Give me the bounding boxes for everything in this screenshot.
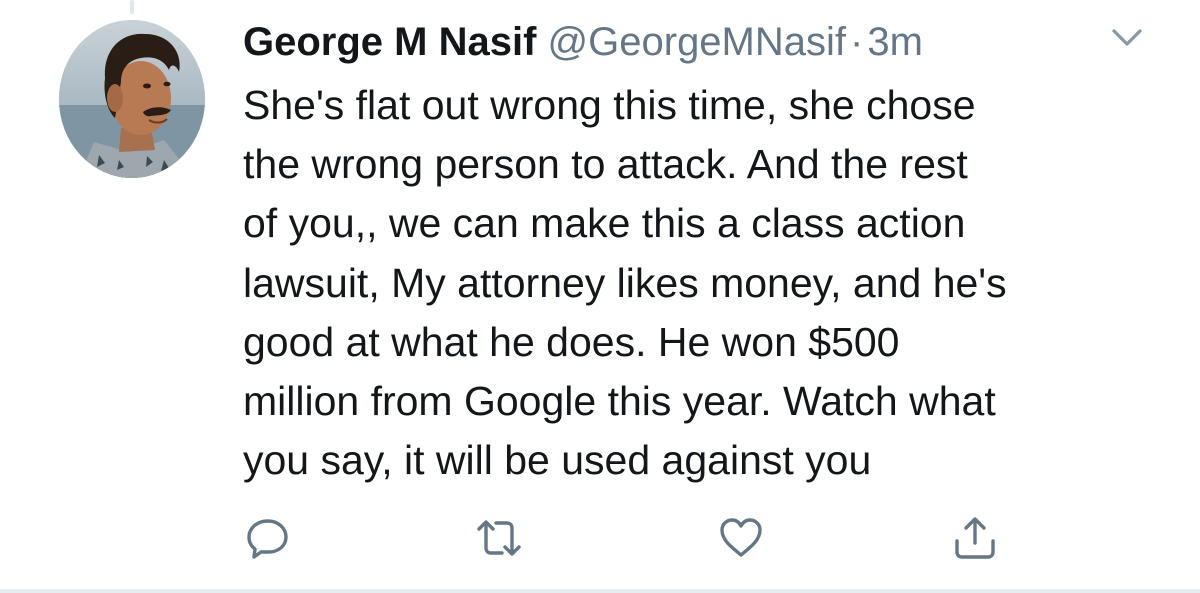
retweet-icon [477,520,521,556]
thread-connector [130,0,134,14]
timestamp[interactable]: 3m [867,20,923,64]
avatar[interactable] [59,20,205,178]
avatar-photo [59,20,205,178]
reply-button[interactable] [245,515,291,561]
tweet-divider [0,589,1200,593]
like-button[interactable] [718,515,764,561]
chevron-down-icon[interactable] [1110,26,1144,50]
reply-icon [247,519,288,559]
user-handle[interactable]: @GeorgeMNasif [548,20,846,64]
tweet[interactable]: George M Nasif @GeorgeMNasif · 3m She's fl… [0,0,1200,593]
separator-dot: · [850,20,864,64]
share-icon [955,517,995,559]
tweet-header: George M Nasif @GeorgeMNasif · 3m [243,18,923,66]
retweet-button[interactable] [476,515,522,561]
display-name[interactable]: George M Nasif [243,20,536,64]
share-button[interactable] [952,515,998,561]
tweet-text: She's flat out wrong this time, she chos… [243,82,1007,484]
heart-icon [720,518,762,557]
